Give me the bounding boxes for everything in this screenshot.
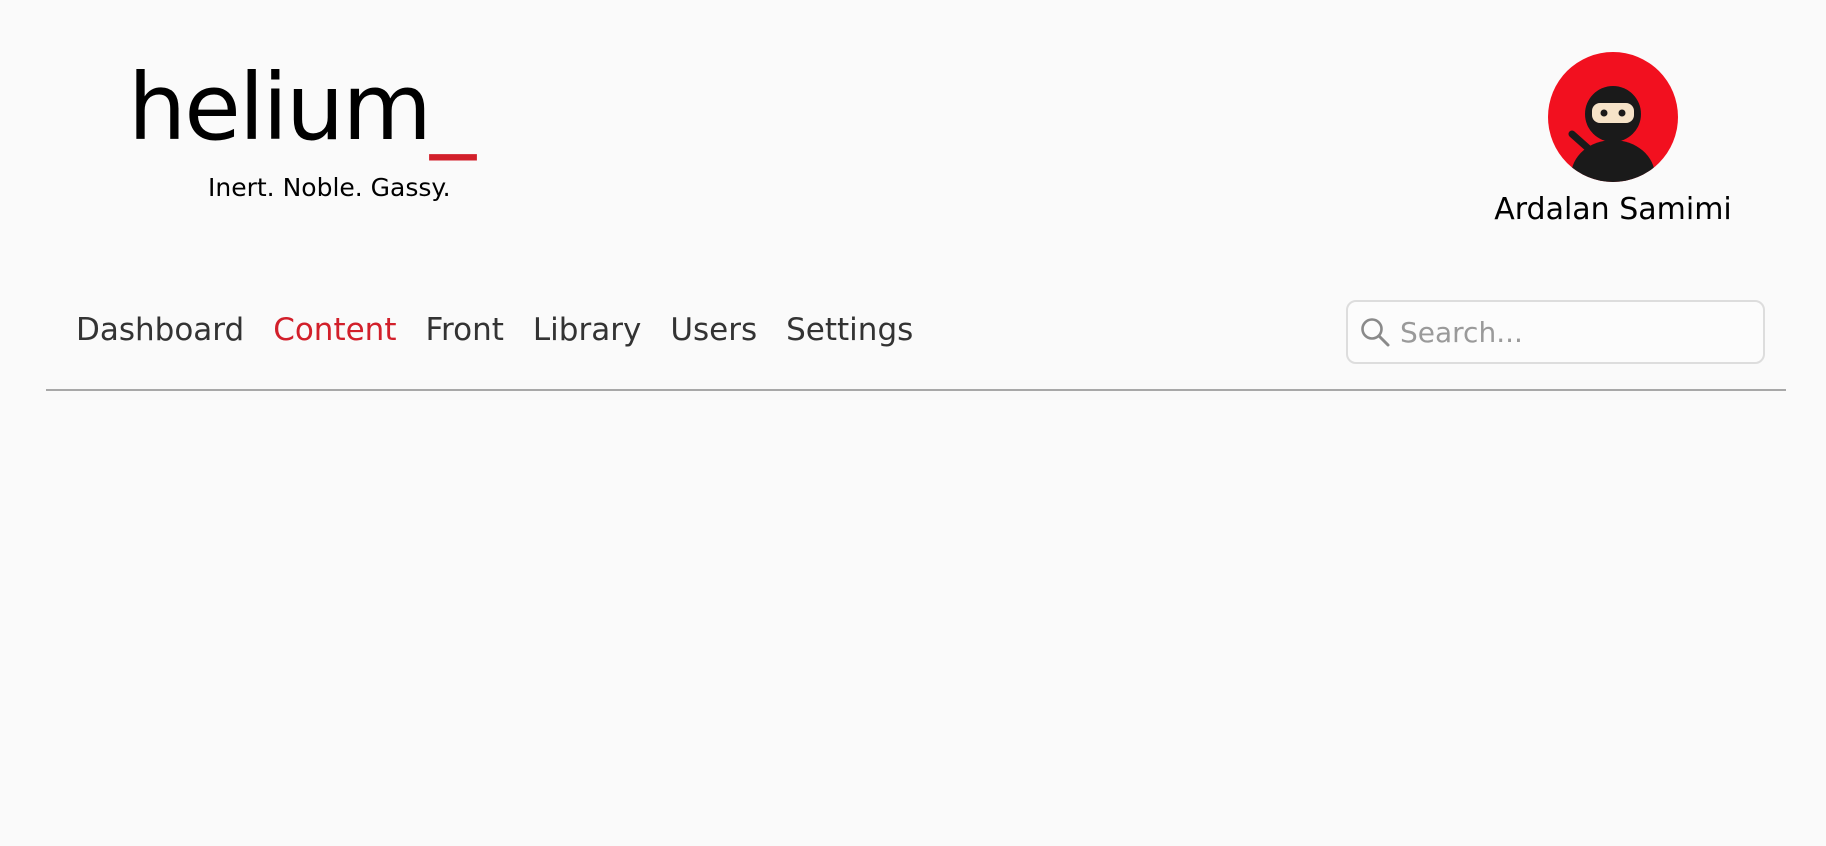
brand-name: helium — [128, 54, 432, 161]
header-divider — [46, 389, 1786, 391]
nav-item-front[interactable]: Front — [425, 312, 503, 348]
main-nav: Dashboard Content Front Library Users Se… — [76, 312, 913, 348]
user-name[interactable]: Ardalan Samimi — [1480, 192, 1746, 227]
page: helium_ Inert. Noble. Gassy. Ardalan Sam… — [0, 0, 1826, 846]
search-input[interactable] — [1398, 314, 1742, 350]
search-box[interactable] — [1346, 300, 1765, 364]
user-profile[interactable]: Ardalan Samimi — [1480, 52, 1746, 227]
brand-logo[interactable]: helium_ Inert. Noble. Gassy. — [128, 58, 476, 203]
search-icon — [1361, 318, 1390, 347]
nav-item-library[interactable]: Library — [533, 312, 641, 348]
brand-wordmark: helium_ — [128, 58, 476, 158]
ninja-avatar-icon[interactable] — [1548, 52, 1678, 182]
nav-item-users[interactable]: Users — [670, 312, 757, 348]
nav-item-content[interactable]: Content — [273, 312, 396, 348]
brand-cursor: _ — [429, 54, 476, 161]
nav-item-dashboard[interactable]: Dashboard — [76, 312, 244, 348]
nav-item-settings[interactable]: Settings — [786, 312, 913, 348]
brand-tagline: Inert. Noble. Gassy. — [208, 173, 451, 202]
